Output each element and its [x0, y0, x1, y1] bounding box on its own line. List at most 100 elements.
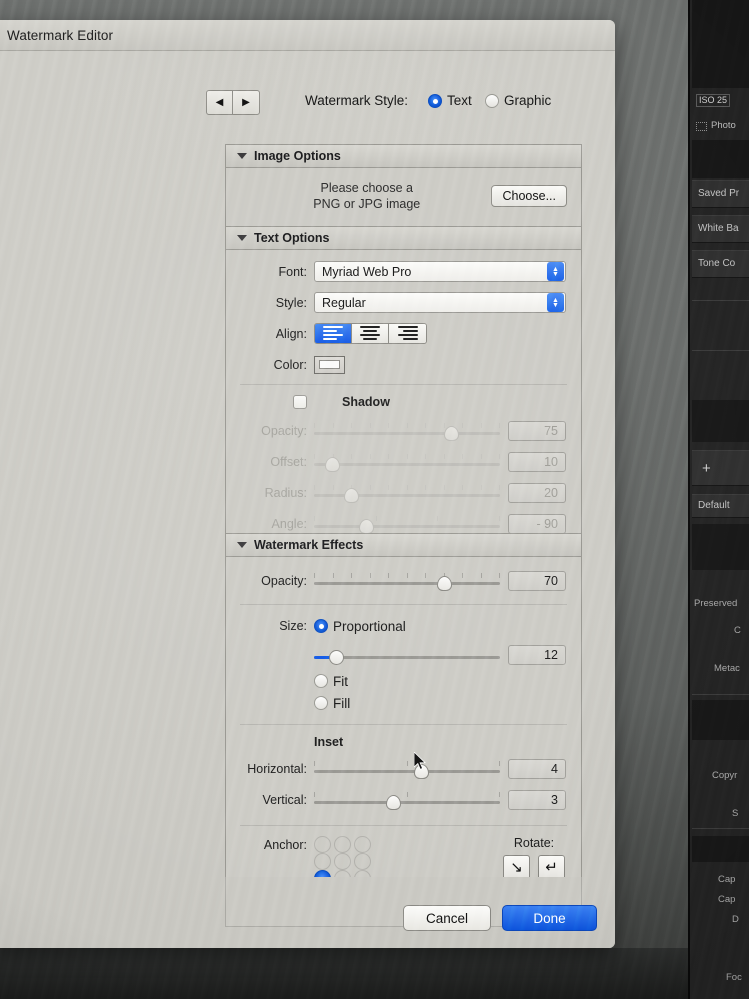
shadow-radius-slider[interactable] [314, 482, 500, 504]
slider-track [314, 581, 500, 585]
effects-opacity-row: Opacity: 70 [226, 565, 581, 596]
mouse-cursor [414, 752, 426, 770]
disclosure-triangle-down-icon[interactable] [237, 542, 247, 548]
style-option-graphic-label: Graphic [504, 93, 552, 108]
style-label: Style: [275, 295, 307, 310]
text-options-header[interactable]: Text Options [226, 227, 581, 250]
slider-track [314, 769, 500, 773]
size-option-fit[interactable]: Fit [314, 674, 348, 689]
shadow-opacity-row: Opacity: 75 [226, 415, 581, 446]
align-left-icon [323, 325, 343, 342]
align-right-icon [397, 325, 418, 342]
shadow-offset-value[interactable]: 10 [508, 451, 566, 472]
anchor-middle-right[interactable] [354, 853, 371, 870]
slider-knob[interactable] [444, 425, 460, 441]
size-option-proportional[interactable]: Proportional [314, 619, 406, 634]
image-options-header[interactable]: Image Options [226, 145, 581, 168]
disclosure-triangle-down-icon[interactable] [237, 153, 247, 159]
shadow-offset-slider[interactable] [314, 451, 500, 473]
slider-knob[interactable] [358, 518, 374, 534]
anchor-divider [240, 825, 567, 826]
shadow-angle-slider[interactable] [314, 513, 500, 535]
metadata-label: Metac [714, 663, 740, 674]
slider-knob[interactable] [325, 456, 341, 472]
dialog-titlebar[interactable]: Watermark Editor [0, 20, 615, 51]
slider-knob[interactable] [328, 649, 344, 665]
slider-knob[interactable] [343, 487, 359, 503]
align-button-group [314, 323, 427, 344]
lr-block-2 [692, 524, 749, 570]
chevron-updown-icon[interactable]: ▲ ▼ [547, 293, 564, 312]
anchor-middle-center[interactable] [334, 853, 351, 870]
size-divider [240, 604, 567, 605]
size-option-fill[interactable]: Fill [314, 696, 350, 711]
shadow-opacity-value[interactable]: 75 [508, 420, 566, 441]
radio-fit-icon [314, 674, 328, 688]
inset-horizontal-value[interactable]: 4 [508, 758, 566, 779]
align-label: Align: [275, 326, 307, 341]
default-label: Default [698, 500, 730, 511]
font-select[interactable]: Myriad Web Pro ▲ ▼ [314, 261, 566, 282]
style-option-graphic[interactable]: Graphic [485, 93, 551, 108]
chevron-updown-icon[interactable]: ▲ ▼ [547, 262, 564, 281]
image-options-body: Please choose a PNG or JPG image Choose.… [226, 168, 581, 226]
effects-opacity-label: Opacity: [261, 573, 307, 588]
previous-button[interactable]: ◀ [207, 91, 233, 114]
size-slider[interactable] [314, 644, 500, 666]
shadow-checkbox[interactable] [293, 395, 307, 409]
crop-icon [696, 121, 707, 131]
text-options-panel: Text Options Font: Myriad Web Pro ▲ ▼ Sty… [225, 226, 582, 548]
size-value[interactable]: 12 [508, 644, 566, 665]
done-button[interactable]: Done [502, 905, 597, 931]
anchor-top-right[interactable] [354, 836, 371, 853]
style-option-text[interactable]: Text [428, 93, 472, 108]
focal-label: Foc [726, 972, 742, 983]
effects-opacity-slider[interactable] [314, 570, 500, 592]
watermark-editor-dialog: Watermark Editor ◀ ▶ Watermark Style: Te… [0, 20, 615, 948]
next-button[interactable]: ▶ [233, 91, 259, 114]
align-row: Align: [226, 318, 581, 349]
watermark-effects-title: Watermark Effects [254, 538, 364, 552]
photo-row[interactable]: Photo [696, 118, 749, 132]
inset-vertical-value[interactable]: 3 [508, 789, 566, 810]
shadow-opacity-label: Opacity: [261, 423, 307, 438]
lightroom-right-panel: ISO 25 Photo Saved Pr White Ba Tone Co +… [688, 0, 749, 999]
align-center-icon [360, 325, 380, 342]
tick-marks [314, 572, 500, 578]
color-swatch-button[interactable] [314, 355, 345, 374]
choose-button[interactable]: Choose... [491, 185, 567, 207]
watermark-effects-header[interactable]: Watermark Effects [226, 534, 581, 557]
watermark-effects-body: Opacity: 70 Size: Proportional 12 Fit Fi… [226, 557, 581, 904]
inset-vertical-label: Vertical: [262, 792, 307, 807]
rotate-group: Rotate: ↘ ↵ [503, 836, 565, 880]
shadow-angle-value[interactable]: - 90 [508, 513, 566, 534]
slider-knob[interactable] [386, 794, 402, 810]
anchor-top-center[interactable] [334, 836, 351, 853]
tone-curve-bar[interactable]: Tone Co [692, 250, 749, 278]
inset-horizontal-slider[interactable] [314, 758, 500, 780]
effects-opacity-value[interactable]: 70 [508, 570, 566, 591]
image-options-message-line1: Please choose a [320, 181, 413, 195]
watermark-style-label: Watermark Style: [305, 93, 409, 108]
radio-fill-icon [314, 696, 328, 710]
default-bar[interactable]: Default [692, 494, 749, 518]
shadow-opacity-slider[interactable] [314, 420, 500, 442]
shadow-radius-value[interactable]: 20 [508, 482, 566, 503]
align-left-button[interactable] [315, 324, 352, 343]
style-select[interactable]: Regular ▲ ▼ [314, 292, 566, 313]
white-balance-bar[interactable]: White Ba [692, 215, 749, 243]
align-right-button[interactable] [389, 324, 426, 343]
saved-preset-bar[interactable]: Saved Pr [692, 180, 749, 208]
slider-knob[interactable] [436, 575, 452, 591]
anchor-top-left[interactable] [314, 836, 331, 853]
color-label: Color: [273, 357, 307, 372]
s-label: S [732, 808, 739, 819]
inset-vertical-slider[interactable] [314, 789, 500, 811]
tick-marks [314, 791, 500, 797]
disclosure-triangle-down-icon[interactable] [237, 235, 247, 241]
watermark-effects-panel: Watermark Effects Opacity: 70 Size: Prop… [225, 533, 582, 905]
cancel-button[interactable]: Cancel [403, 905, 491, 931]
align-center-button[interactable] [352, 324, 389, 343]
add-preset-bar[interactable]: + [692, 450, 749, 486]
anchor-middle-left[interactable] [314, 853, 331, 870]
